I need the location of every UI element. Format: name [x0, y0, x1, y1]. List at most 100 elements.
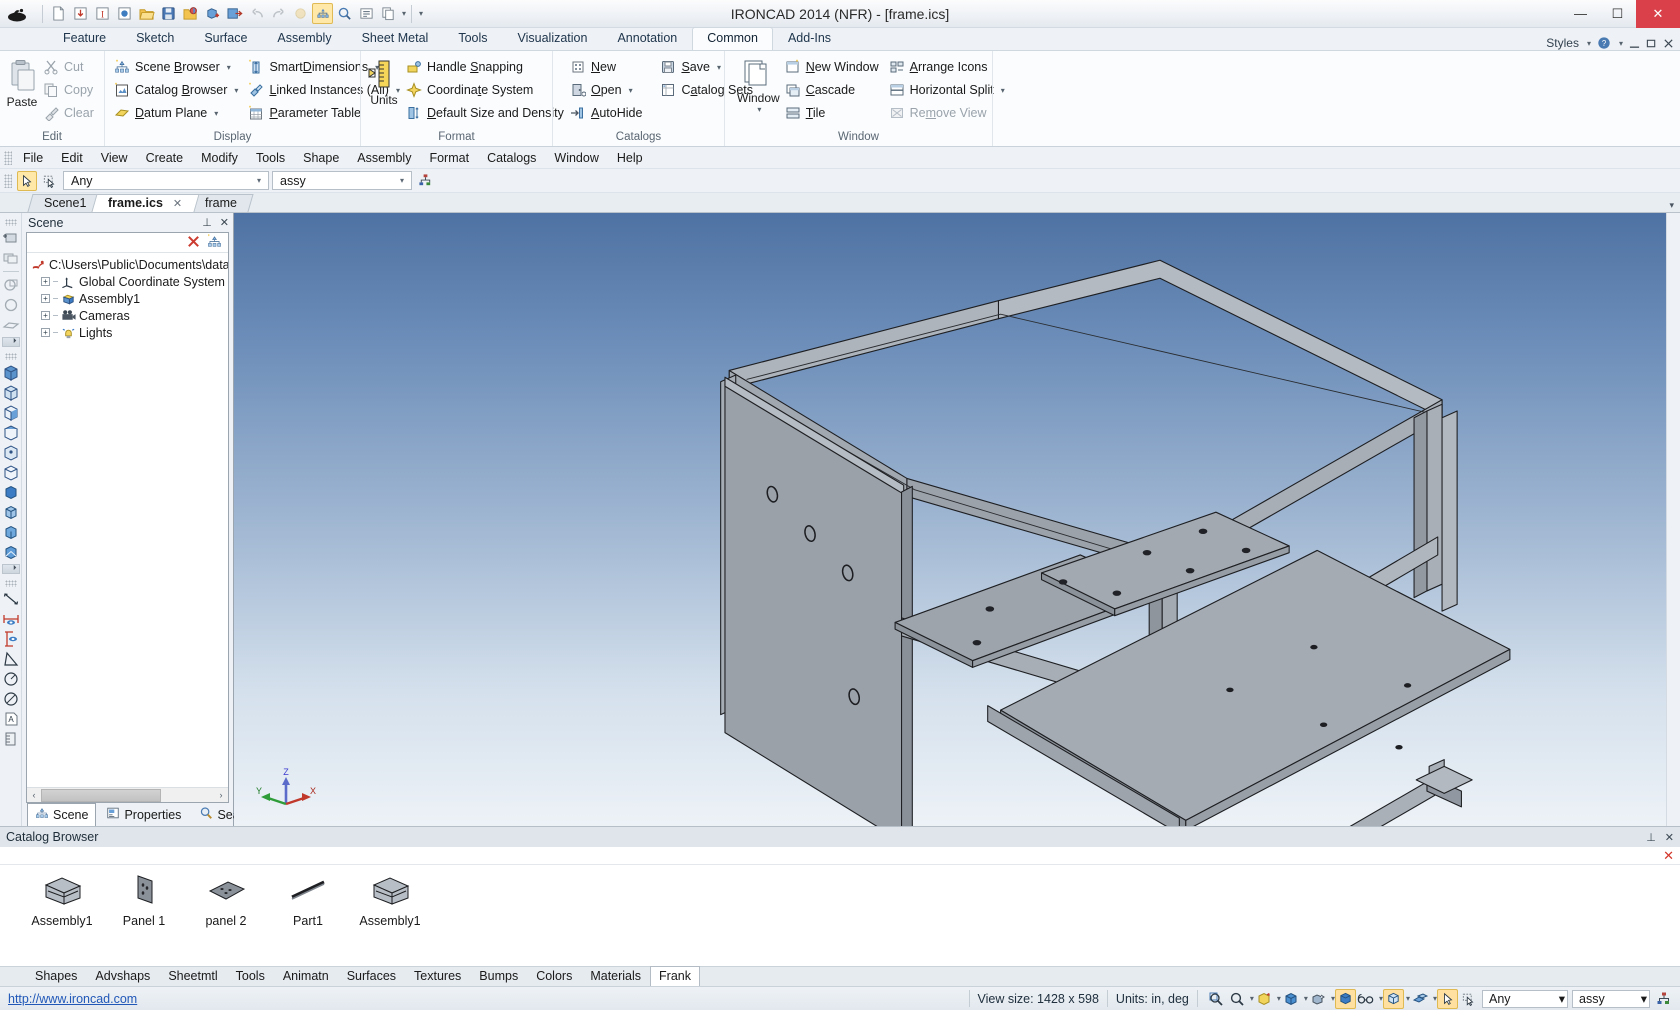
save-as-icon[interactable] [180, 3, 201, 24]
pin-icon[interactable]: ⊥ [202, 216, 212, 229]
toolbar-expand-icon[interactable]: ⏵ [2, 337, 20, 347]
scene-tree-horizontal-scrollbar[interactable]: ‹ › [27, 787, 228, 802]
view-right-icon[interactable] [2, 463, 20, 481]
ribbon-tab-surface[interactable]: Surface [189, 27, 262, 50]
view-top-icon[interactable] [2, 423, 20, 441]
tree-item-cameras[interactable]: + Cameras [31, 307, 228, 324]
catalog-tab-sheetmtl[interactable]: Sheetmtl [159, 966, 226, 986]
scrollbar-thumb[interactable] [41, 789, 161, 802]
menu-item-modify[interactable]: Modify [192, 149, 247, 167]
cascade-button[interactable]: Cascade [782, 79, 884, 101]
close-icon[interactable]: ✕ [220, 216, 229, 229]
render-wire-icon[interactable] [2, 503, 20, 521]
zoom-search-icon[interactable] [334, 3, 355, 24]
tile-button[interactable]: Tile [782, 102, 884, 124]
catalog-browser-button[interactable]: Catalog Browser ▾ [111, 79, 243, 101]
shape-plane-icon[interactable] [2, 316, 20, 334]
units-button[interactable]: Units [367, 56, 401, 107]
box-select-icon[interactable] [40, 171, 60, 191]
catalog-item[interactable]: Part1 [276, 873, 340, 928]
import-icon[interactable] [70, 3, 91, 24]
chevron-down-icon[interactable]: ▾ [1641, 991, 1647, 1006]
open-catalog-button[interactable]: Open ▾ [567, 79, 647, 101]
red-x-icon[interactable] [186, 234, 201, 252]
autohide-button[interactable]: AutoHide [567, 102, 647, 124]
window-button[interactable]: Window ▾ [737, 56, 780, 114]
chevron-down-icon[interactable]: ▾ [757, 105, 761, 114]
catalog-item[interactable]: panel 2 [194, 873, 258, 928]
help-caret-icon[interactable]: ▾ [1619, 39, 1623, 48]
ironcad-website-link[interactable]: http://www.ironcad.com [0, 992, 137, 1006]
ribbon-restore-icon[interactable] [1646, 38, 1657, 49]
scene-browser-button[interactable]: Scene Browser ▾ [111, 56, 243, 78]
selection-filter-combo[interactable]: Any ▾ [63, 171, 269, 190]
catalog-tab-colors[interactable]: Colors [527, 966, 581, 986]
dimension-radius-icon[interactable] [2, 670, 20, 688]
highlight-icon[interactable] [290, 3, 311, 24]
ribbon-tab-annotation[interactable]: Annotation [602, 27, 692, 50]
tree-item-assembly1[interactable]: + Assembly1 [31, 290, 228, 307]
menu-item-help[interactable]: Help [608, 149, 652, 167]
tree-item-scene-root[interactable]: C:\Users\Public\Documents\data\2 [31, 256, 228, 273]
render-shaded-icon[interactable] [2, 483, 20, 501]
chevron-down-icon[interactable]: ▾ [395, 176, 409, 185]
add-shape-icon[interactable] [2, 229, 20, 247]
menu-item-file[interactable]: File [14, 149, 52, 167]
select-arrow-icon[interactable] [17, 171, 37, 191]
catalog-tab-surfaces[interactable]: Surfaces [338, 966, 405, 986]
ribbon-minimize-icon[interactable] [1629, 38, 1640, 49]
redo-icon[interactable] [268, 3, 289, 24]
document-tab-close-icon[interactable]: ✕ [174, 197, 183, 210]
chevron-down-icon[interactable]: ▾ [234, 86, 238, 95]
panel-tab-scene[interactable]: Scene [27, 803, 96, 826]
view-iso-icon[interactable] [2, 363, 20, 381]
catalog-tab-shapes[interactable]: Shapes [26, 966, 86, 986]
glasses-icon[interactable] [1356, 989, 1377, 1009]
ribbon-tab-common[interactable]: Common [692, 27, 773, 50]
expand-icon[interactable]: + [41, 277, 50, 286]
close-icon[interactable]: ✕ [1665, 831, 1674, 844]
structure-tree-icon[interactable] [415, 171, 435, 191]
menu-item-shape[interactable]: Shape [294, 149, 348, 167]
ribbon-close-icon[interactable] [1663, 38, 1674, 49]
ribbon-tab-add-ins[interactable]: Add-Ins [773, 27, 846, 50]
new-icon[interactable] [48, 3, 69, 24]
expand-icon[interactable]: + [41, 328, 50, 337]
dimension-horizontal-icon[interactable] [2, 610, 20, 628]
view-back-icon[interactable] [2, 443, 20, 461]
chevron-down-icon[interactable]: ▾ [629, 86, 633, 95]
section-icon[interactable] [1410, 989, 1431, 1009]
property-list-icon[interactable] [356, 3, 377, 24]
minimize-button[interactable]: — [1562, 0, 1599, 28]
toolbar-grip-3[interactable] [5, 580, 17, 587]
clear-button[interactable]: Clear [40, 102, 99, 124]
select-arrow-icon[interactable] [1437, 989, 1458, 1009]
scene-browser-icon[interactable] [312, 3, 333, 24]
render-texture-icon[interactable] [2, 543, 20, 561]
scene-browser-icon[interactable] [207, 234, 222, 252]
menu-item-window[interactable]: Window [545, 149, 607, 167]
shape-sphere-icon[interactable] [2, 296, 20, 314]
dimension-angle-icon[interactable] [2, 650, 20, 668]
catalog-tab-textures[interactable]: Textures [405, 966, 470, 986]
toolbar-grip-2[interactable] [5, 353, 17, 360]
toolbar-expand-icon-2[interactable]: ⏵ [2, 564, 20, 574]
new-window-button[interactable]: New Window [782, 56, 884, 78]
shape-circle-icon[interactable] [2, 276, 20, 294]
measure-tool-icon[interactable] [2, 730, 20, 748]
insert-icon[interactable]: I [92, 3, 113, 24]
chevron-down-icon[interactable]: ▾ [214, 109, 218, 118]
toolbar-grip[interactable] [4, 174, 12, 188]
export-icon[interactable] [224, 3, 245, 24]
dimension-diameter-icon[interactable] [2, 690, 20, 708]
qat-dropdown-caret[interactable]: ▾ [402, 9, 406, 18]
ribbon-tab-tools[interactable]: Tools [443, 27, 502, 50]
expand-icon[interactable]: + [41, 311, 50, 320]
view-left-icon[interactable] [2, 403, 20, 421]
menu-item-view[interactable]: View [92, 149, 137, 167]
toolbar-grip[interactable] [5, 219, 17, 226]
menu-item-catalogs[interactable]: Catalogs [478, 149, 545, 167]
close-button[interactable]: ✕ [1636, 0, 1680, 28]
save-icon[interactable] [158, 3, 179, 24]
catalog-tab-tools[interactable]: Tools [227, 966, 274, 986]
